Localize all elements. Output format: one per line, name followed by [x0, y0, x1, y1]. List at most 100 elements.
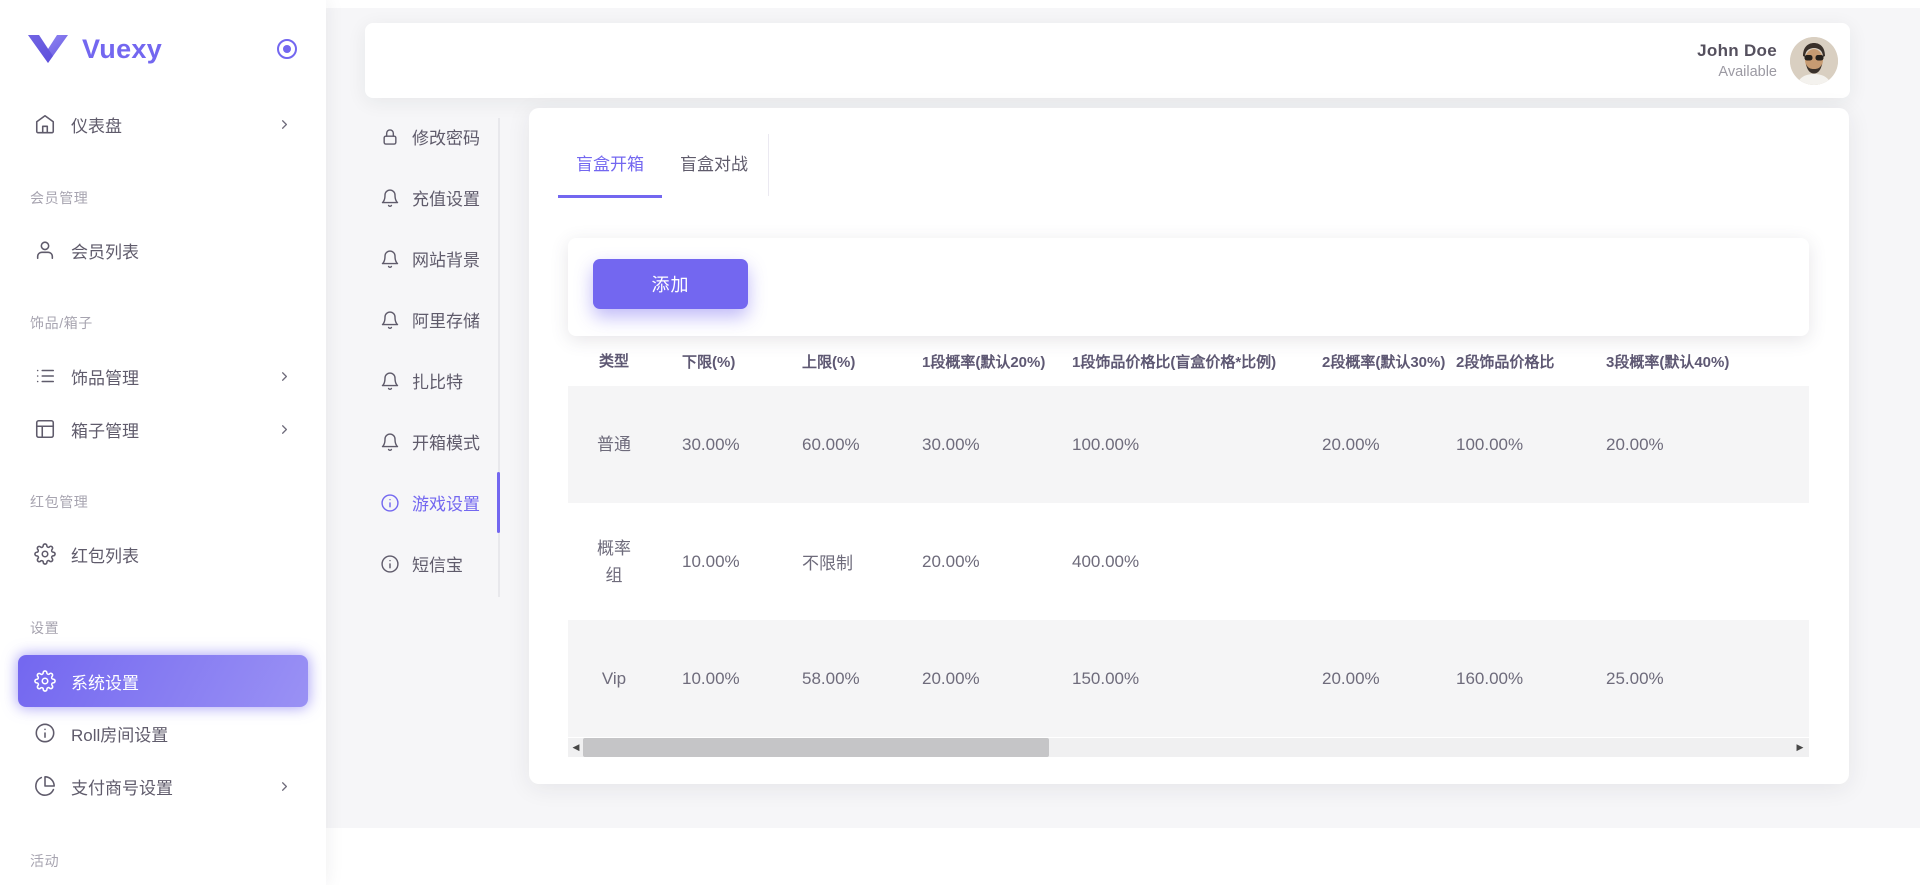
sidebar-section-members: 会员管理 [30, 190, 88, 207]
scroll-left-arrow-icon[interactable]: ◀ [568, 738, 584, 757]
submenu-label: 开箱模式 [412, 429, 480, 454]
cell-type: Vip [568, 665, 660, 692]
sidebar-item-label: 支付商号设置 [71, 774, 173, 799]
list-icon [34, 365, 56, 387]
sidebar-item-roll-room-settings[interactable]: Roll房间设置 [18, 707, 308, 759]
tab-bar-divider [768, 134, 769, 196]
cell-lower-limit: 30.00% [660, 435, 780, 455]
column-header-stage1-price-ratio: 1段饰品价格比(盲盒价格*比例) [1050, 351, 1300, 372]
table-row: 概率组 10.00% 不限制 20.00% 400.00% [568, 503, 1809, 620]
table-panel: 添加 类型 下限(%) 上限(%) 1段概率(默认20%) 1段饰品价格比(盲盒… [568, 238, 1809, 757]
sidebar-section-settings: 设置 [30, 620, 59, 637]
sidebar-section-activity: 活动 [30, 853, 59, 870]
cell-type: 普通 [568, 431, 660, 458]
home-icon [34, 113, 56, 135]
sidebar-section-items-boxes: 饰品/箱子 [30, 315, 93, 332]
tab-blind-box-battle[interactable]: 盲盒对战 [662, 108, 766, 198]
submenu-label: 网站背景 [412, 246, 480, 271]
user-icon [34, 239, 56, 261]
user-menu[interactable]: John Doe Available [1697, 37, 1838, 85]
info-icon [34, 722, 56, 744]
main-area: John Doe Available [326, 0, 1920, 885]
cell-stage2-prob: 20.00% [1300, 669, 1434, 689]
submenu-active-indicator [497, 472, 500, 533]
cell-upper-limit: 60.00% [780, 435, 900, 455]
bell-icon [380, 188, 400, 208]
column-header-upper-limit: 上限(%) [780, 351, 900, 372]
column-header-stage2-prob: 2段概率(默认30%) [1300, 351, 1434, 372]
column-header-type: 类型 [568, 348, 660, 375]
cell-stage2-prob: 20.00% [1300, 435, 1434, 455]
table-header-row: 类型 下限(%) 上限(%) 1段概率(默认20%) 1段饰品价格比(盲盒价格*… [568, 336, 1809, 386]
bell-icon [380, 371, 400, 391]
tab-blind-box-open[interactable]: 盲盒开箱 [558, 108, 662, 198]
submenu-label: 游戏设置 [412, 490, 480, 515]
brand-name: Vuexy [82, 34, 162, 65]
scroll-right-arrow-icon[interactable]: ▶ [1792, 738, 1808, 757]
layout-icon [34, 418, 56, 440]
lock-icon [380, 127, 400, 147]
chevron-right-icon [277, 369, 292, 384]
info-icon [380, 554, 400, 574]
sidebar-item-payment-merchant-settings[interactable]: 支付商号设置 [18, 760, 308, 812]
cell-stage3-prob: 25.00% [1584, 669, 1809, 689]
horizontal-scrollbar[interactable]: ◀ ▶ [568, 738, 1809, 757]
cell-stage2-price-ratio: 100.00% [1434, 435, 1584, 455]
sidebar-item-box-management[interactable]: 箱子管理 [18, 403, 308, 455]
cell-stage1-price-ratio: 150.00% [1050, 669, 1300, 689]
chevron-right-icon [277, 779, 292, 794]
cell-stage1-prob: 20.00% [900, 669, 1050, 689]
gear-icon [34, 543, 56, 565]
add-button[interactable]: 添加 [593, 259, 748, 309]
sidebar-item-label: 系统设置 [71, 669, 139, 694]
app-root: Vuexy 仪表盘 会员管理 会员列表 饰品/箱子 饰品管理 箱子管理 红包管理 [0, 0, 1920, 885]
topbar: John Doe Available [365, 23, 1850, 98]
submenu-label: 充值设置 [412, 185, 480, 210]
content-card: 盲盒开箱 盲盒对战 添加 类型 下限(%) 上限(%) 1段概率(默认20%) … [529, 108, 1849, 784]
table-row: Vip 10.00% 58.00% 20.00% 150.00% 20.00% … [568, 620, 1809, 737]
user-name: John Doe [1697, 41, 1777, 61]
sidebar-item-label: 会员列表 [71, 238, 139, 263]
table-toolbar: 添加 [568, 238, 1809, 336]
cell-stage1-prob: 30.00% [900, 435, 1050, 455]
cell-upper-limit: 58.00% [780, 669, 900, 689]
tab-bar: 盲盒开箱 盲盒对战 [558, 108, 766, 198]
info-icon [380, 493, 400, 513]
sidebar-item-system-settings[interactable]: 系统设置 [18, 655, 308, 707]
cell-stage1-price-ratio: 400.00% [1050, 552, 1300, 572]
chevron-right-icon [277, 422, 292, 437]
column-header-stage2-price-ratio: 2段饰品价格比 [1434, 351, 1584, 372]
pie-chart-icon [34, 775, 56, 797]
column-header-lower-limit: 下限(%) [660, 351, 780, 372]
column-header-stage1-prob: 1段概率(默认20%) [900, 351, 1050, 372]
submenu-label: 扎比特 [412, 368, 463, 393]
settings-table: 类型 下限(%) 上限(%) 1段概率(默认20%) 1段饰品价格比(盲盒价格*… [568, 336, 1809, 757]
sidebar-item-label: 红包列表 [71, 542, 139, 567]
sidebar-item-red-packet-list[interactable]: 红包列表 [18, 528, 308, 580]
cell-stage2-price-ratio: 160.00% [1434, 669, 1584, 689]
submenu-label: 修改密码 [412, 124, 480, 149]
avatar[interactable] [1790, 37, 1838, 85]
submenu-label: 短信宝 [412, 551, 463, 576]
sidebar-item-member-list[interactable]: 会员列表 [18, 224, 308, 276]
sidebar-item-dashboard[interactable]: 仪表盘 [18, 98, 308, 150]
user-info: John Doe Available [1697, 41, 1777, 80]
bell-icon [380, 432, 400, 452]
sidebar-section-red-packet: 红包管理 [30, 494, 88, 511]
cell-stage1-prob: 20.00% [900, 552, 1050, 572]
bell-icon [380, 249, 400, 269]
sidebar-item-item-management[interactable]: 饰品管理 [18, 350, 308, 402]
sidebar-item-label: Roll房间设置 [71, 721, 168, 746]
scrollbar-thumb[interactable] [583, 738, 1049, 757]
gear-icon [34, 670, 56, 692]
submenu-label: 阿里存储 [412, 307, 480, 332]
column-header-stage3-prob: 3段概率(默认40%) [1584, 351, 1809, 372]
cell-lower-limit: 10.00% [660, 669, 780, 689]
brand[interactable]: Vuexy [27, 26, 299, 72]
avatar-image [1790, 37, 1838, 85]
sidebar-pin-toggle-icon[interactable] [275, 37, 299, 61]
chevron-right-icon [277, 117, 292, 132]
bell-icon [380, 310, 400, 330]
cell-stage1-price-ratio: 100.00% [1050, 435, 1300, 455]
table-row: 普通 30.00% 60.00% 30.00% 100.00% 20.00% 1… [568, 386, 1809, 503]
